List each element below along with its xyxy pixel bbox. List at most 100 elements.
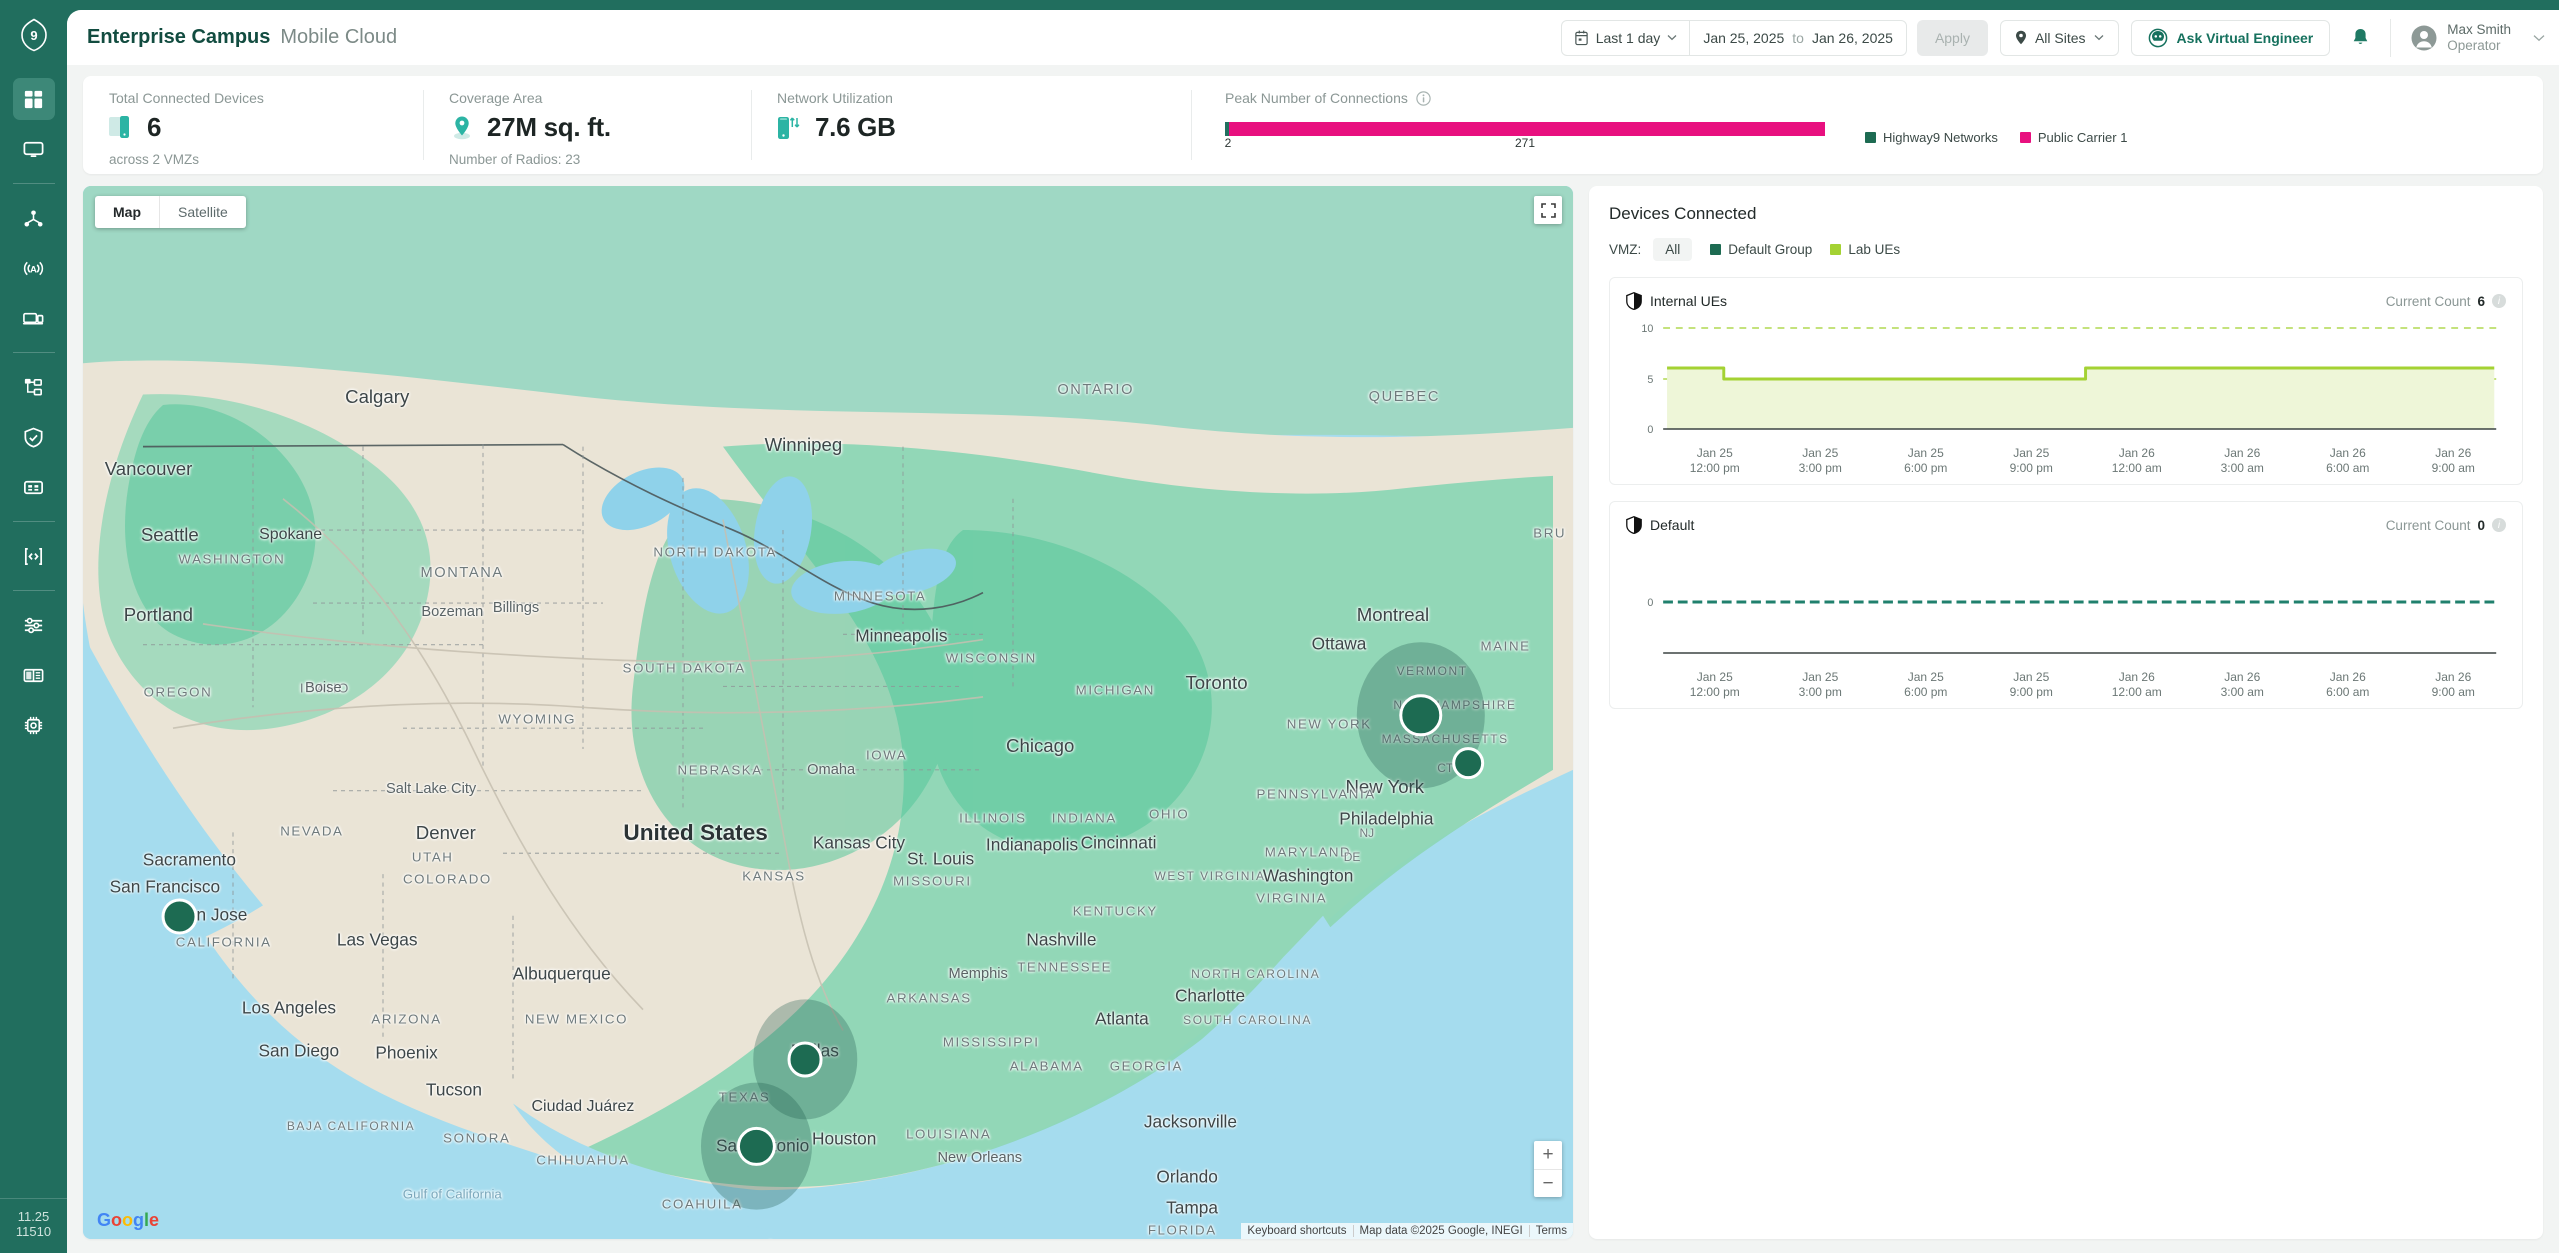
marker-dot[interactable]: [161, 898, 198, 935]
panel-title: Devices Connected: [1609, 204, 1757, 223]
sidebar-item-devices[interactable]: [13, 297, 55, 339]
tick-time: 3:00 pm: [1798, 461, 1842, 475]
chart-title: Default: [1650, 517, 1695, 533]
vmz-legend-lab-ues[interactable]: Lab UEs: [1830, 242, 1900, 257]
tick-day: Jan 26: [2224, 670, 2261, 684]
site-cluster-dallas[interactable]: [752, 999, 858, 1120]
sidebar-item-docs[interactable]: [13, 654, 55, 696]
devices-connected-panel: Devices Connected VMZ: All Default Group…: [1589, 186, 2543, 1239]
legend-item-highway9[interactable]: Highway9 Networks: [1865, 130, 1998, 145]
date-range-control: Last 1 day Jan 25, 2025 to Jan 26, 2025: [1560, 19, 1907, 56]
chart-svg: 10 5 0: [1641, 323, 2497, 436]
tick-time: 6:00 am: [2326, 685, 2370, 699]
kpi-label: Coverage Area: [449, 90, 543, 106]
tick-day: Jan 25: [1696, 670, 1733, 684]
map-pin-icon: [454, 116, 470, 139]
chevron-down-icon: [1667, 35, 1677, 41]
tick-day: Jan 25: [2013, 670, 2050, 684]
info-icon[interactable]: [1416, 90, 1431, 106]
site-cluster-san-antonio[interactable]: [700, 1082, 812, 1211]
peak-tick-low: 2: [1224, 136, 1232, 150]
kpi-subtext: Number of Radios: 23: [449, 152, 581, 167]
app-root: 9 A 11.25 11510 Enterprise Campus Mobile…: [0, 0, 2559, 1253]
x-axis-tick-label: Jan 26 12:00 am: [2084, 670, 2190, 700]
kpi-subtext: across 2 VMZs: [109, 152, 200, 167]
site-cluster-boston[interactable]: [1356, 642, 1485, 789]
version-line-2: 11510: [15, 1224, 52, 1239]
tick-time: 9:00 am: [2431, 461, 2475, 475]
map-fullscreen-button[interactable]: [1534, 196, 1562, 224]
legend-swatch: [2019, 131, 2031, 143]
current-count-value: 6: [2477, 293, 2485, 309]
chart-current-count: Current Count 0 i: [2386, 518, 2506, 533]
chart-x-axis-labels: Jan 25 12:00 pm Jan 25 3:00 pm Jan 25 6:00 pm…: [1626, 670, 2506, 700]
info-icon[interactable]: i: [2492, 294, 2506, 308]
current-count-label: Current Count: [2385, 293, 2471, 309]
site-filter-select[interactable]: All Sites: [1999, 19, 2119, 56]
chart-title-row: Internal UEs: [1626, 292, 1727, 310]
vmz-legend-default-group[interactable]: Default Group: [1710, 242, 1812, 257]
tick-time: 3:00 am: [2220, 461, 2264, 475]
vmz-filter-all[interactable]: All: [1653, 238, 1693, 261]
sidebar-item-topology[interactable]: [13, 197, 55, 239]
tick-time: 6:00 am: [2326, 461, 2370, 475]
map-zoom-out-button[interactable]: −: [1534, 1169, 1562, 1197]
chart-card-default: Default Current Count 0 i 0 Jan 25 12:00…: [1609, 501, 2523, 709]
tick-time: 12:00 pm: [1689, 685, 1740, 699]
marker-dot[interactable]: [787, 1041, 823, 1078]
legend-label: Public Carrier 1: [2037, 129, 2128, 145]
kpi-value-row: 7.6 GB: [777, 112, 1191, 143]
app-logo[interactable]: 9: [0, 10, 67, 60]
highway9-shield-logo-icon: 9: [20, 18, 47, 52]
shield-icon: [1626, 292, 1642, 310]
legend-swatch: [1865, 131, 1876, 143]
top-bar-controls: Last 1 day Jan 25, 2025 to Jan 26, 2025 …: [1560, 10, 2545, 65]
sidebar-item-apps[interactable]: [13, 466, 55, 508]
kpi-value: 7.6 GB: [815, 112, 896, 142]
sidebar-item-settings[interactable]: [13, 604, 55, 646]
map-pin-icon: [2015, 30, 2026, 45]
tick-time: 3:00 pm: [1798, 685, 1842, 699]
map-keyboard-shortcuts[interactable]: Keyboard shortcuts: [1241, 1225, 1352, 1237]
info-icon[interactable]: i: [2492, 518, 2506, 532]
kpi-label: Total Connected Devices: [109, 90, 264, 106]
sidebar-item-api[interactable]: [13, 535, 55, 577]
tick-day: Jan 26: [2329, 446, 2366, 460]
map-type-map[interactable]: Map: [95, 196, 159, 228]
tick-time: 9:00 pm: [2009, 685, 2053, 699]
site-cluster-san-jose[interactable]: [161, 898, 198, 935]
legend-item-public-carrier-1[interactable]: Public Carrier 1: [2019, 129, 2128, 145]
kpi-peak-connections: Peak Number of Connections 2 271 Highway…: [1191, 76, 2543, 174]
legend-label: Lab UEs: [1848, 242, 1901, 257]
map-zoom-controls: + −: [1534, 1141, 1562, 1197]
left-nav-sidebar: 9 A 11.25 11510: [0, 0, 67, 1253]
chevron-down-icon: [2533, 34, 2545, 41]
title-secondary: Mobile Cloud: [280, 26, 398, 48]
map-canvas[interactable]: Calgary Winnipeg ONTARIO QUEBEC Vancouver Sea…: [83, 186, 1573, 1239]
map-type-satellite[interactable]: Satellite: [159, 196, 246, 228]
kpi-value: 6: [147, 112, 162, 142]
ask-virtual-engineer-button[interactable]: Ask Virtual Engineer: [2130, 19, 2331, 56]
notifications-button[interactable]: [2346, 20, 2374, 56]
bell-icon: [2353, 29, 2368, 44]
tick-time: 3:00 am: [2220, 685, 2264, 699]
code-brackets-icon: [24, 547, 43, 565]
sidebar-item-network[interactable]: [13, 366, 55, 408]
kpi-total-connected-devices: Total Connected Devices 6 across 2 VMZs: [83, 76, 423, 174]
sliders-icon: [24, 617, 43, 633]
sidebar-item-radio[interactable]: A: [13, 247, 55, 289]
apply-button[interactable]: Apply: [1916, 19, 1988, 56]
sidebar-item-dashboard[interactable]: [12, 78, 55, 120]
sidebar-item-system[interactable]: [13, 704, 55, 746]
sidebar-item-security[interactable]: [13, 416, 55, 458]
user-menu[interactable]: Max Smith Operator: [2390, 18, 2545, 57]
marker-dot[interactable]: [1451, 746, 1485, 780]
site-filter-label: All Sites: [2034, 29, 2086, 46]
site-cluster-cape-cod[interactable]: [1451, 746, 1485, 780]
tick-day: Jan 25: [1907, 670, 1944, 684]
sidebar-item-monitor[interactable]: [13, 128, 55, 170]
date-range-values[interactable]: Jan 25, 2025 to Jan 26, 2025: [1689, 20, 1906, 55]
date-preset-select[interactable]: Last 1 day: [1562, 21, 1690, 55]
map-terms-link[interactable]: Terms: [1528, 1225, 1573, 1237]
map-zoom-in-button[interactable]: +: [1534, 1141, 1562, 1169]
